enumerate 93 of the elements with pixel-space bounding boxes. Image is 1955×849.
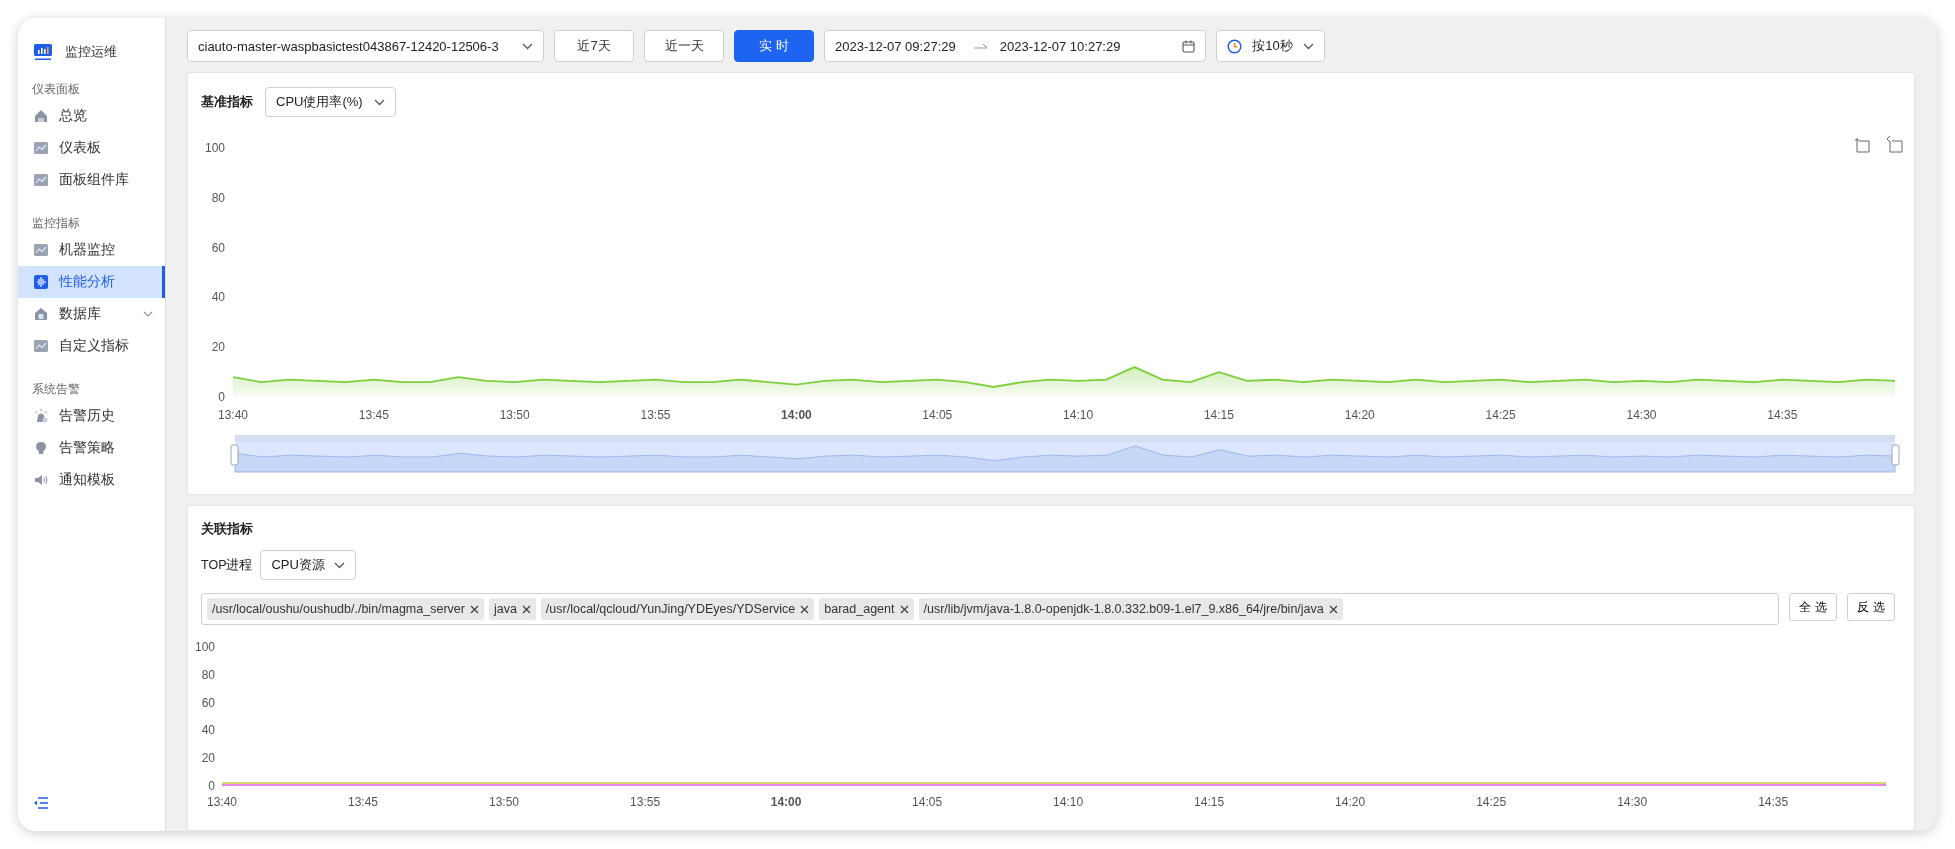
axis-label: 14:00	[781, 408, 812, 422]
close-icon[interactable]	[469, 604, 479, 614]
process-select-field[interactable]: /usr/local/oushu/oushudb/./bin/magma_server java /usr/local/qcloud/YunJing/YDEyes/YDService barad_agent /usr/lib/jvm/java-1.8.0-openjdk-1.8.0.332.b09-1.el7_9.x86_64/jre/bin/java	[201, 593, 1779, 625]
select-button[interactable]: 全 选	[1789, 593, 1837, 621]
axis-label: 14:15	[1203, 408, 1234, 422]
axis-label: 13:55	[640, 408, 671, 422]
axis-label: 60	[211, 240, 225, 255]
axis-label: 14:10	[1053, 795, 1084, 809]
axis-label: 13:40	[218, 408, 248, 422]
axis-label: 100	[194, 640, 215, 654]
axis-label: 80	[211, 190, 225, 205]
menu-item[interactable]: 通知模板	[18, 464, 165, 496]
crop-icon[interactable]	[1854, 137, 1870, 153]
axis-label: 14:30	[1626, 408, 1657, 422]
axis-label: 14:20	[1344, 408, 1375, 422]
undo-icon[interactable]	[1886, 135, 1903, 153]
siren-icon	[34, 409, 48, 423]
axis-label: 14:20	[1335, 795, 1366, 809]
line-chart-icon	[34, 243, 48, 257]
section-heading: 监控指标	[31, 215, 81, 232]
database-icon	[34, 307, 48, 321]
panel-title: 关联指标	[200, 520, 254, 538]
menu-collapse-icon[interactable]	[34, 797, 48, 809]
axis-label: 14:05	[912, 795, 943, 809]
close-icon[interactable]	[800, 604, 810, 614]
menu-item[interactable]: 告警策略	[18, 432, 165, 464]
axis-label: 13:45	[358, 408, 389, 422]
axis-label: 14:35	[1767, 408, 1798, 422]
axis-label: 14:15	[1194, 795, 1225, 809]
axis-label: 14:05	[922, 408, 953, 422]
speaker-icon	[34, 473, 48, 487]
select-button[interactable]: 反 选	[1847, 593, 1895, 621]
menu-item[interactable]: 仪表板	[18, 132, 165, 164]
instance-dropdown[interactable]: ciauto-master-waspbasictest043867-12420-12506-3	[187, 30, 544, 62]
axis-label: 14:25	[1485, 408, 1516, 422]
calendar-icon	[1182, 39, 1195, 53]
close-icon[interactable]	[1328, 604, 1338, 614]
tag-label: /usr/local/oushu/oushudb/./bin/magma_server	[212, 602, 465, 616]
axis-label: 13:40	[207, 795, 237, 809]
axis-label: 40	[201, 723, 215, 738]
date-range-picker[interactable]: 2023-12-07 09:27:29 2023-12-07 10:27:29	[824, 30, 1206, 62]
menu-item[interactable]: 机器监控	[18, 234, 165, 266]
axis-label: 20	[201, 751, 215, 766]
axis-label: 0	[218, 390, 225, 404]
section-heading: 系统告警	[31, 381, 81, 398]
bulb-icon	[34, 441, 48, 455]
app-title: 监控运维	[65, 43, 117, 61]
axis-label: 13:50	[499, 408, 530, 422]
chart-icon	[34, 141, 48, 155]
close-icon[interactable]	[521, 604, 531, 614]
menu-item[interactable]: 总览	[18, 100, 165, 132]
axis-label: 60	[201, 695, 215, 710]
metric-dropdown[interactable]: CPU使用率(%)	[265, 87, 396, 117]
chevron-down-icon	[334, 561, 346, 569]
menu-item[interactable]: 面板组件库	[18, 164, 165, 196]
zoom-slider[interactable]	[230, 435, 1900, 473]
line-chart-icon	[34, 339, 48, 353]
axis-label: 20	[211, 340, 225, 355]
range-button[interactable]: 实 时	[734, 30, 814, 62]
menu-item[interactable]: 数据库	[18, 298, 165, 330]
top-process-label: TOP进程	[201, 556, 253, 574]
menu-item[interactable]: 自定义指标	[18, 330, 165, 362]
bar-chart-logo-icon	[33, 43, 53, 61]
resource-dropdown[interactable]: CPU资源	[260, 550, 357, 580]
chevron-down-icon	[1303, 42, 1314, 50]
chevron-down-icon	[374, 98, 385, 106]
clock-icon	[1227, 38, 1242, 54]
axis-label: 14:35	[1758, 795, 1789, 809]
axis-label: 13:50	[489, 795, 520, 809]
close-icon[interactable]	[899, 604, 909, 614]
menu-item[interactable]: 性能分析	[18, 266, 165, 298]
section-heading: 仪表面板	[31, 81, 81, 98]
range-button[interactable]: 近一天	[644, 30, 724, 62]
tag-label: java	[493, 602, 517, 616]
axis-label: 0	[208, 779, 215, 793]
tag-label: /usr/local/qcloud/YunJing/YDEyes/YDService	[545, 602, 796, 616]
axis-label: 14:30	[1617, 795, 1648, 809]
axis-label: 14:25	[1476, 795, 1507, 809]
range-button[interactable]: 近7天	[554, 30, 634, 62]
tag-label: /usr/lib/jvm/java-1.8.0-openjdk-1.8.0.332.b09-1.el7_9.x86_64/jre/bin/java	[923, 602, 1324, 616]
axis-label: 14:00	[770, 795, 802, 809]
axis-label: 14:10	[1063, 408, 1094, 422]
house-icon	[34, 109, 48, 123]
axis-label: 100	[204, 141, 225, 155]
axis-label: 13:55	[630, 795, 661, 809]
chevron-down-icon	[522, 42, 533, 50]
menu-item[interactable]: 告警历史	[18, 400, 165, 432]
interval-dropdown[interactable]: 按10秒	[1216, 30, 1325, 62]
tag-label: barad_agent	[824, 602, 895, 616]
axis-label: 40	[211, 290, 225, 305]
axis-label: 80	[201, 667, 215, 682]
axis-label: 13:45	[348, 795, 379, 809]
panel-title: 基准指标	[201, 93, 253, 111]
